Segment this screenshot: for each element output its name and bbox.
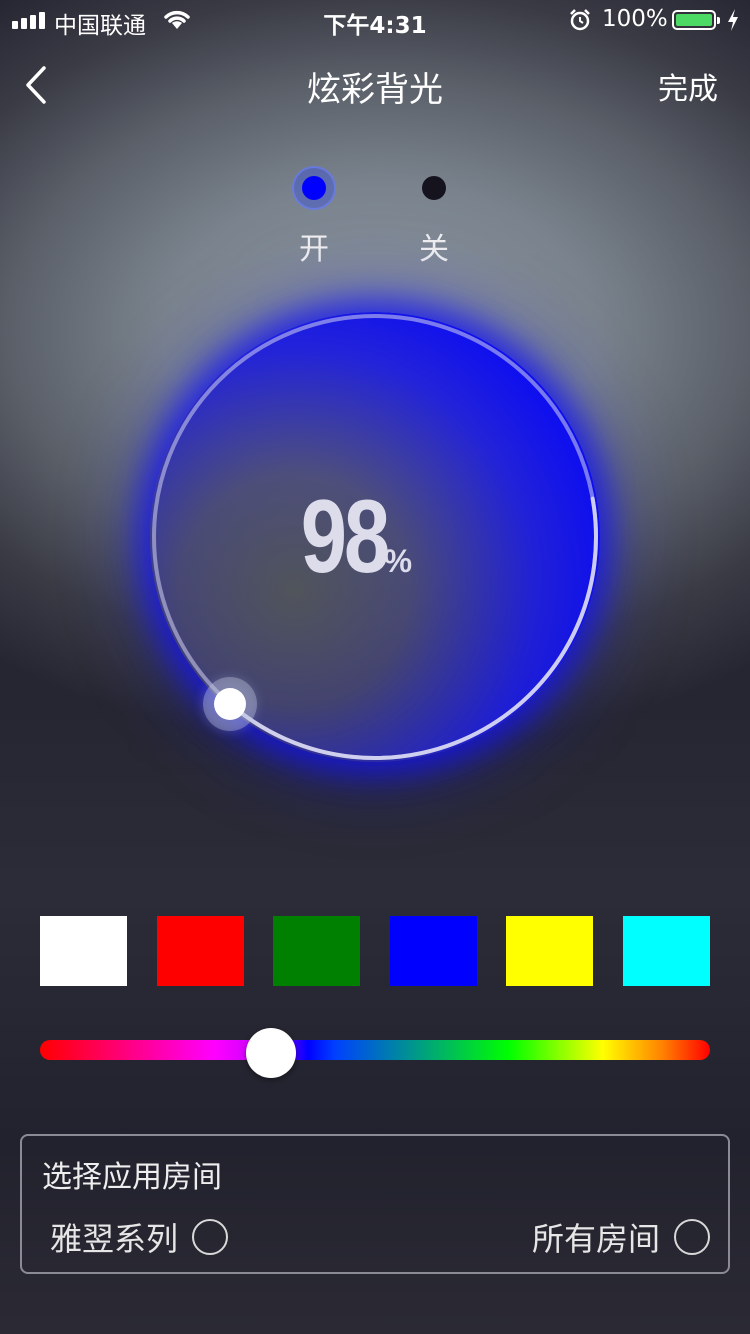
- power-on-radio[interactable]: [292, 166, 336, 210]
- hue-slider-thumb[interactable]: [246, 1028, 296, 1078]
- room-option-label: 所有房间: [531, 1220, 660, 1258]
- color-swatch[interactable]: [506, 916, 593, 986]
- color-swatch[interactable]: [623, 916, 710, 986]
- room-option-label: 雅翌系列: [50, 1220, 179, 1258]
- battery-icon: [672, 10, 720, 30]
- room-radio-all-rooms[interactable]: [674, 1219, 710, 1255]
- charging-bolt-icon: [728, 9, 738, 31]
- color-swatch[interactable]: [157, 916, 244, 986]
- color-swatches: [40, 916, 710, 986]
- done-button[interactable]: 完成: [658, 64, 718, 108]
- color-swatch[interactable]: [273, 916, 360, 986]
- brightness-dial[interactable]: [150, 312, 600, 762]
- room-radio-yayi-series[interactable]: [192, 1219, 229, 1255]
- room-selection-title: 选择应用房间: [42, 1160, 222, 1195]
- color-swatch[interactable]: [390, 916, 477, 986]
- room-option-all-rooms[interactable]: 所有房间: [532, 1216, 710, 1258]
- room-selection-panel: 选择应用房间 雅翌系列 所有房间: [20, 1134, 730, 1274]
- room-option-yayi-series[interactable]: 雅翌系列: [50, 1216, 229, 1258]
- hue-slider-track[interactable]: [40, 1040, 710, 1060]
- page-title: 炫彩背光: [307, 70, 443, 110]
- status-bar: 中国联通 下午4:31 100%: [0, 0, 750, 40]
- color-swatch[interactable]: [40, 916, 127, 986]
- power-off-label: 关: [419, 232, 449, 267]
- brightness-knob[interactable]: [214, 687, 246, 720]
- power-on-label: 开: [299, 232, 329, 267]
- brightness-arc: [228, 496, 598, 760]
- alarm-icon: [570, 9, 590, 31]
- power-on-option[interactable]: 开: [284, 166, 344, 268]
- power-off-option[interactable]: 关: [404, 166, 464, 268]
- battery-percentage: 100%: [602, 6, 668, 32]
- power-off-radio[interactable]: [412, 166, 456, 210]
